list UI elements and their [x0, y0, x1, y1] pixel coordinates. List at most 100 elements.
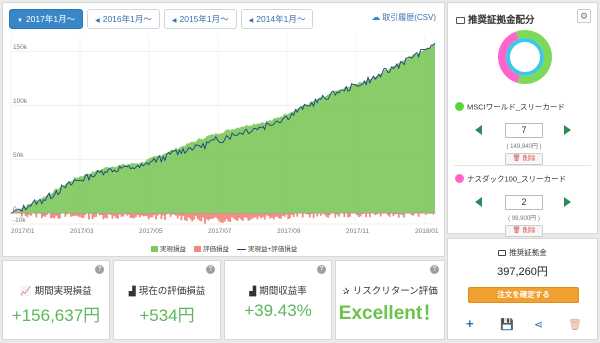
tab-2014[interactable]: ◀ 2014年1月〜 [240, 9, 314, 29]
unrealized-bar [292, 213, 295, 217]
fund-qty-input[interactable]: 7 [505, 123, 543, 138]
unrealized-bar [84, 213, 87, 216]
trash-icon[interactable]: 🗑 [568, 319, 582, 331]
area-chart-icon: ▟ [249, 286, 257, 296]
unrealized-bar [193, 213, 195, 220]
tab-label: 2017年1月〜 [25, 14, 76, 24]
unrealized-bar [213, 213, 215, 219]
unrealized-bar [104, 213, 107, 218]
share-icon[interactable]: ⋖ [534, 319, 543, 331]
stat-value: +39.43% [244, 301, 312, 320]
unrealized-bar [343, 213, 346, 218]
decrease-arrow-icon[interactable] [475, 197, 482, 207]
pnl-chart: -10k 0 50k 100k 150k 2017/01 2017/03 2017/05 201… [10, 35, 439, 235]
unrealized-bar [138, 213, 141, 218]
add-icon[interactable]: + [466, 317, 474, 330]
unrealized-bar [178, 213, 181, 216]
tab-label: 2016年1月〜 [102, 14, 152, 24]
area-chart-icon: ▟ [128, 286, 136, 296]
help-icon[interactable]: ? [95, 265, 104, 274]
increase-arrow-icon[interactable] [564, 197, 571, 207]
stat-title: 期間収益率 [259, 286, 307, 297]
unrealized-bar [55, 213, 58, 216]
tab-2017[interactable]: ▼ 2017年1月〜 [9, 9, 84, 29]
unrealized-bar [20, 213, 23, 217]
unrealized-bar [189, 213, 192, 220]
unrealized-bar [24, 213, 27, 216]
unrealized-bar [249, 213, 252, 221]
unrealized-bar [77, 213, 79, 217]
unrealized-bar [243, 213, 246, 218]
unrealized-bar [44, 213, 47, 217]
unrealized-bar [113, 213, 116, 217]
unrealized-bar [359, 213, 362, 217]
x-tick-label: 2017/07 [208, 228, 232, 235]
unrealized-bar [403, 213, 406, 218]
tab-2016[interactable]: ◀ 2016年1月〜 [87, 9, 160, 29]
trash-icon: 🗑 [512, 155, 521, 162]
order-title: 推奨証拠金 [509, 248, 547, 257]
unrealized-bar [80, 213, 83, 218]
unrealized-bar [289, 213, 291, 219]
csv-label: 取引履歴(CSV) [382, 13, 436, 22]
fund-qty-input[interactable]: 2 [505, 195, 543, 210]
delete-button[interactable]: 🗑 削除 [505, 153, 543, 165]
unrealized-bar [203, 213, 206, 224]
chevron-left-icon: ◀ [95, 18, 100, 24]
unrealized-bar [309, 213, 311, 218]
unrealized-bar [319, 213, 322, 216]
unrealized-bar [236, 213, 239, 221]
unrealized-bar [93, 213, 96, 218]
unrealized-bar [357, 213, 360, 218]
unrealized-bar [176, 213, 179, 219]
decrease-arrow-icon[interactable] [475, 125, 482, 135]
unrealized-bar [42, 213, 45, 217]
help-icon[interactable]: ? [206, 265, 215, 274]
unrealized-bar [214, 213, 217, 218]
unrealized-bar [127, 213, 130, 215]
delete-button[interactable]: 🗑 削除 [505, 225, 543, 237]
unrealized-bar [28, 213, 31, 215]
unrealized-bar [223, 213, 226, 222]
y-tick-label: -10k [13, 217, 26, 224]
tab-2015[interactable]: ◀ 2015年1月〜 [163, 9, 237, 29]
unrealized-bar [140, 213, 143, 216]
unrealized-bar [26, 213, 29, 218]
unrealized-bar [115, 213, 117, 218]
unrealized-bar [209, 213, 212, 220]
unrealized-bar [160, 213, 163, 220]
help-icon[interactable]: ? [430, 265, 439, 274]
unrealized-bar [57, 213, 60, 219]
unrealized-bar [281, 213, 284, 216]
legend-label: 実現損益 [160, 246, 186, 253]
unrealized-bar [187, 213, 190, 218]
unrealized-bar [156, 213, 159, 216]
unrealized-bar [274, 213, 277, 217]
y-tick-label: 50k [13, 152, 24, 159]
fund-color-dot [455, 102, 464, 112]
help-icon[interactable]: ? [317, 265, 326, 274]
unrealized-bar [379, 213, 382, 217]
unrealized-bar [234, 213, 237, 221]
save-icon[interactable]: 💾 [500, 319, 514, 331]
increase-arrow-icon[interactable] [564, 125, 571, 135]
unrealized-bar [131, 213, 134, 219]
unrealized-bar [205, 213, 208, 220]
settings-icon[interactable]: ⚙ [577, 9, 591, 23]
period-tabs: ▼ 2017年1月〜 ◀ 2016年1月〜 ◀ 2015年1月〜 ◀ 2014年1月〜 [9, 9, 314, 29]
chevron-left-icon: ◀ [248, 18, 254, 24]
unrealized-bar [184, 213, 186, 221]
unrealized-bar [164, 213, 166, 220]
csv-download-link[interactable]: ☁ 取引履歴(CSV) [371, 12, 436, 23]
confirm-order-button[interactable]: 注文を確定する [468, 287, 579, 303]
order-amount: 397,260円 [497, 266, 548, 278]
unrealized-bar [78, 213, 81, 218]
divider [454, 165, 591, 166]
unrealized-bar [111, 213, 114, 219]
unrealized-bar [211, 213, 214, 219]
unrealized-bar [245, 213, 248, 218]
unrealized-bar [251, 213, 253, 219]
unrealized-bar [169, 213, 172, 217]
unrealized-bar [182, 213, 185, 216]
allocation-donut [498, 30, 552, 84]
